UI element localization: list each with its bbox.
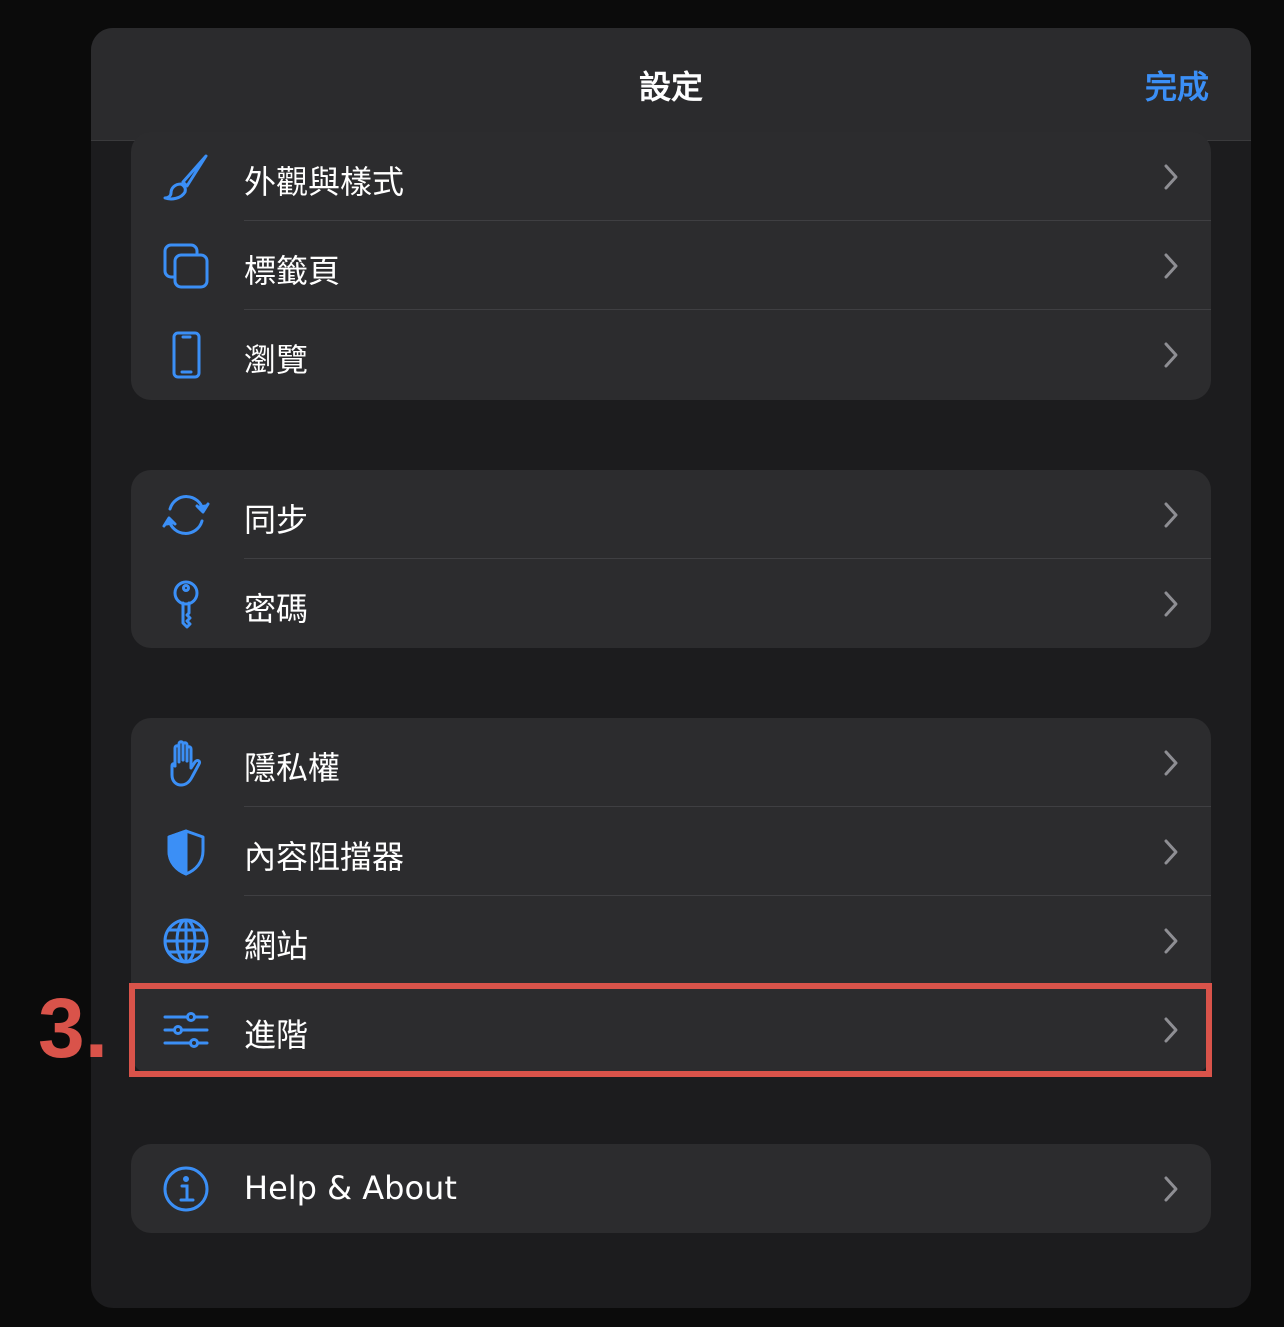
chevron-right-icon [1164,342,1178,368]
settings-row-label: 標籤頁 [244,252,341,290]
settings-row-label: 同步 [244,501,309,539]
highlight-box [129,983,1212,1077]
settings-row-content-blockers[interactable]: 內容阻擋器 [131,807,1211,896]
settings-row-label: 外觀與樣式 [244,163,405,201]
nav-bar: 設定 完成 [91,28,1251,141]
settings-row-browsing[interactable]: 瀏覽 [131,310,1211,399]
settings-group-help: Help & About [131,1144,1211,1233]
hand-icon [161,738,211,788]
settings-row-label: 內容阻擋器 [244,838,405,876]
globe-icon [161,916,211,966]
tabs-icon [161,241,211,291]
chevron-right-icon [1164,164,1178,190]
settings-row-tabs[interactable]: 標籤頁 [131,221,1211,310]
settings-row-label: 瀏覽 [244,341,309,379]
settings-row-privacy[interactable]: 隱私權 [131,718,1211,807]
settings-row-label: 網站 [244,927,309,965]
settings-row-label: Help & About [244,1169,457,1207]
chevron-right-icon [1164,1176,1178,1202]
settings-row-label: 隱私權 [244,749,341,787]
chevron-right-icon [1164,253,1178,279]
phone-icon [161,330,211,380]
settings-row-help-about[interactable]: Help & About [131,1144,1211,1233]
settings-row-appearance[interactable]: 外觀與樣式 [131,132,1211,221]
page-title: 設定 [638,68,703,106]
paintbrush-icon [161,152,211,202]
info-icon [161,1164,211,1214]
chevron-right-icon [1164,502,1178,528]
step-number-label: 3. [38,981,109,1075]
settings-group-account: 同步 密碼 [131,470,1211,648]
shield-icon [161,827,211,877]
settings-row-passwords[interactable]: 密碼 [131,559,1211,648]
chevron-right-icon [1164,928,1178,954]
settings-sheet: 設定 完成 外觀與樣式 標籤頁 瀏覽 同步 密碼 隱私權 內容阻擋器 網站 進階… [91,28,1251,1308]
done-button[interactable]: 完成 [1145,62,1209,108]
chevron-right-icon [1164,591,1178,617]
key-icon [161,579,211,629]
chevron-right-icon [1164,839,1178,865]
settings-row-websites[interactable]: 網站 [131,896,1211,985]
settings-row-sync[interactable]: 同步 [131,470,1211,559]
chevron-right-icon [1164,750,1178,776]
settings-row-label: 密碼 [244,590,309,628]
settings-group-display: 外觀與樣式 標籤頁 瀏覽 [131,132,1211,400]
sync-icon [161,490,211,540]
